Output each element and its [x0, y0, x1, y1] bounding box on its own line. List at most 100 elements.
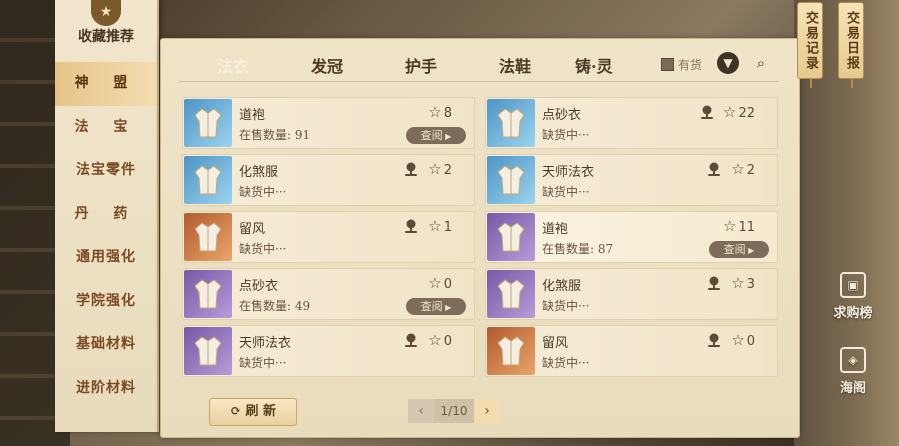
next-page-button[interactable]: ›: [474, 399, 500, 423]
locate-icon[interactable]: [706, 275, 722, 291]
item-card[interactable]: 道袍 在售数量: 87 ☆ 11 查阅 ▶: [485, 211, 778, 263]
favorite-count[interactable]: ☆ 0: [428, 331, 452, 349]
favorite-count[interactable]: ☆ 2: [428, 160, 452, 178]
robe-icon: [194, 222, 222, 252]
robe-icon: [194, 108, 222, 138]
star-icon: ☆: [731, 274, 745, 292]
favorites-header[interactable]: ★ 收藏推荐: [55, 0, 157, 62]
tab-gloves[interactable]: 护手: [405, 53, 437, 77]
item-name: 道袍: [239, 108, 266, 123]
tab-forge[interactable]: 铸·灵: [575, 53, 613, 77]
filter-icon[interactable]: ▼: [717, 52, 739, 74]
wanted-list-label: 求购榜: [833, 306, 873, 321]
locate-icon[interactable]: [403, 218, 419, 234]
item-status: 缺货中···: [239, 185, 287, 199]
favorite-count[interactable]: ☆ 11: [723, 217, 755, 235]
favorite-count-value: 0: [443, 334, 452, 349]
item-name: 天师法衣: [239, 336, 292, 351]
item-card[interactable]: 道袍 在售数量: 91 ☆ 8 查阅 ▶: [182, 97, 475, 149]
refresh-button[interactable]: ⟳ 刷 新: [209, 398, 297, 426]
robe-icon: [194, 279, 222, 309]
robe-thumbnail: [184, 270, 232, 318]
favorite-count-value: 8: [443, 106, 452, 121]
favorite-count[interactable]: ☆ 1: [428, 217, 452, 235]
search-icon[interactable]: ⌕: [750, 52, 772, 74]
item-name: 点砂衣: [239, 279, 279, 294]
star-icon: ☆: [723, 103, 737, 121]
instock-filter[interactable]: 有货: [661, 56, 702, 73]
item-status: 缺货中···: [542, 299, 590, 313]
favorite-count[interactable]: ☆ 22: [723, 103, 755, 121]
star-icon: ☆: [731, 160, 745, 178]
locate-icon[interactable]: [706, 332, 722, 348]
favorite-count[interactable]: ☆ 3: [731, 274, 755, 292]
item-name: 留风: [239, 222, 266, 237]
trade-record-button[interactable]: 交易记录: [797, 2, 823, 88]
robe-icon: [497, 336, 525, 366]
category-item[interactable]: 神 盟: [55, 62, 157, 106]
category-item[interactable]: 法宝零件: [55, 149, 157, 193]
robe-thumbnail: [487, 99, 535, 147]
favorite-count[interactable]: ☆ 0: [731, 331, 755, 349]
locate-icon[interactable]: [403, 332, 419, 348]
star-icon: ☆: [428, 274, 442, 292]
item-name: 化煞服: [542, 279, 582, 294]
robe-icon: [194, 336, 222, 366]
favorite-count-value: 3: [746, 277, 755, 292]
view-button-label: 查阅: [723, 243, 746, 256]
category-item[interactable]: 基础材料: [55, 323, 157, 367]
robe-icon: [497, 108, 525, 138]
item-card[interactable]: 天师法衣缺货中··· ☆ 0: [182, 325, 475, 377]
view-button[interactable]: 查阅 ▶: [406, 127, 466, 144]
favorite-count[interactable]: ☆ 0: [428, 274, 452, 292]
view-button-label: 查阅: [420, 300, 443, 313]
tab-shoes[interactable]: 法鞋: [499, 53, 531, 77]
item-card[interactable]: 留风缺货中··· ☆ 0: [485, 325, 778, 377]
page-indicator: 1/10: [434, 399, 474, 423]
play-arrow-icon: ▶: [745, 246, 755, 255]
item-status: 缺货中···: [542, 356, 590, 370]
haige-icon: ◈: [840, 347, 866, 373]
item-card[interactable]: 化煞服缺货中··· ☆ 2: [182, 154, 475, 206]
haige-label: 海阁: [839, 381, 866, 396]
tab-robe[interactable]: 法衣: [194, 53, 272, 77]
locate-icon[interactable]: [706, 161, 722, 177]
pager: ‹ 1/10 ›: [408, 399, 500, 423]
tab-crown[interactable]: 发冠: [311, 53, 343, 77]
category-item[interactable]: 法 宝: [55, 106, 157, 150]
haige-button[interactable]: ◈ 海阁: [828, 347, 878, 396]
star-icon: ☆: [428, 160, 442, 178]
item-status: 缺货中···: [542, 128, 590, 142]
category-item[interactable]: 丹 药: [55, 193, 157, 237]
favorite-count-value: 1: [443, 220, 452, 235]
view-button[interactable]: 查阅 ▶: [406, 298, 466, 315]
item-card[interactable]: 点砂衣 缺货中··· ☆ 22: [485, 97, 778, 149]
item-name: 化煞服: [239, 165, 279, 180]
favorite-count[interactable]: ☆ 8: [428, 103, 452, 121]
wanted-list-button[interactable]: ▣ 求购榜: [828, 272, 878, 321]
robe-thumbnail: [184, 156, 232, 204]
locate-icon[interactable]: [403, 161, 419, 177]
category-item[interactable]: 进阶材料: [55, 367, 157, 411]
locate-icon[interactable]: [699, 104, 715, 120]
item-status: 缺货中···: [239, 356, 287, 370]
prev-page-button[interactable]: ‹: [408, 399, 434, 423]
item-card[interactable]: 留风 缺货中··· ☆ 1: [182, 211, 475, 263]
trade-daily-button[interactable]: 交易日报: [838, 2, 864, 88]
item-status: 缺货中···: [542, 185, 590, 199]
item-status: 在售数量: 49: [239, 299, 311, 313]
item-card[interactable]: 点砂衣在售数量: 49 ☆ 0 查阅 ▶: [182, 268, 475, 320]
view-button[interactable]: 查阅 ▶: [709, 241, 769, 258]
robe-thumbnail: [487, 327, 535, 375]
star-icon: ☆: [723, 217, 737, 235]
item-card[interactable]: 化煞服缺货中··· ☆ 3: [485, 268, 778, 320]
star-icon: ☆: [731, 331, 745, 349]
robe-thumbnail: [487, 156, 535, 204]
item-name: 留风: [542, 336, 569, 351]
favorite-count[interactable]: ☆ 2: [731, 160, 755, 178]
robe-icon: [497, 165, 525, 195]
category-item[interactable]: 学院强化: [55, 280, 157, 324]
instock-checkbox[interactable]: [661, 58, 674, 71]
category-item[interactable]: 通用强化: [55, 236, 157, 280]
item-card[interactable]: 天师法衣 缺货中··· ☆ 2: [485, 154, 778, 206]
